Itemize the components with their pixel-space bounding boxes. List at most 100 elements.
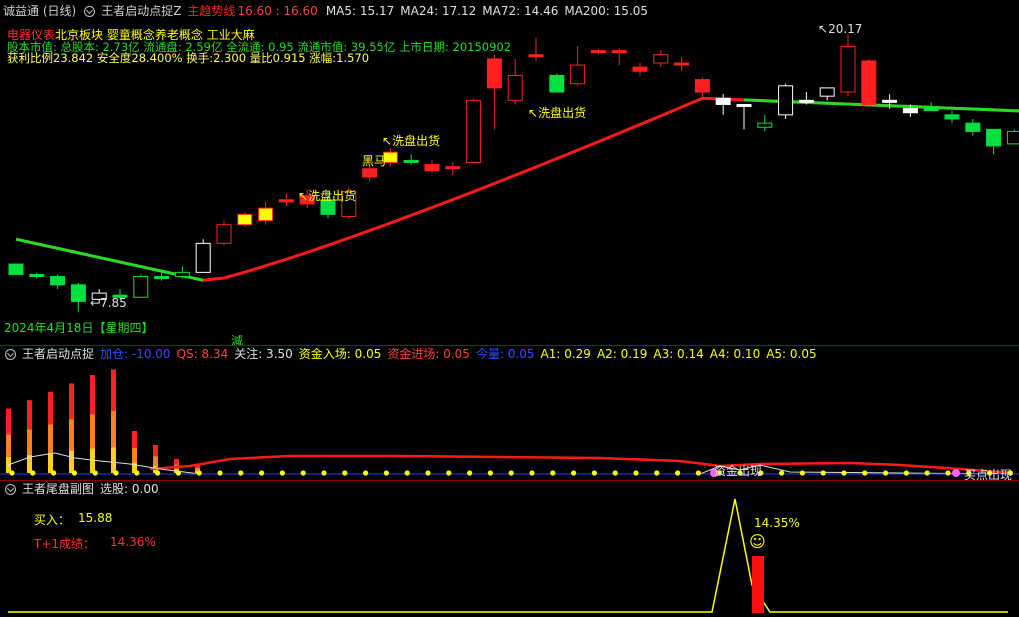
candle-body [778, 85, 794, 116]
signal-bar [27, 400, 32, 473]
fund-appear-label: 资金出现 [714, 464, 763, 478]
candle-body [590, 50, 606, 54]
candle-body [258, 207, 274, 222]
signal-dot [675, 470, 681, 476]
signal-dot [945, 470, 951, 476]
signal-dot [404, 470, 410, 476]
signal-dot [654, 470, 660, 476]
signal-bar-mid [48, 424, 53, 453]
wash-annotation-label: 洗盘出货 [308, 189, 357, 203]
candle-body [507, 74, 523, 101]
signal-dot [217, 470, 223, 476]
candle-body [736, 103, 752, 108]
signal-dot [92, 470, 98, 476]
signal-bar-mid [69, 419, 74, 451]
candle-body [944, 114, 960, 120]
signal-dot [924, 470, 930, 476]
signal-bar-low [69, 450, 74, 473]
signal-dot [591, 470, 598, 476]
candle-body [549, 74, 565, 93]
fund-flow-line [149, 454, 1011, 475]
signal-dot [550, 470, 556, 476]
signal-dot [30, 470, 36, 476]
candle-body [70, 284, 86, 302]
candle-body [133, 276, 149, 298]
signal-dot [134, 470, 140, 476]
candle-body [674, 62, 690, 66]
candle-body [882, 99, 898, 103]
candle-body [50, 276, 66, 286]
signal-dot [779, 470, 785, 476]
candle-body [1006, 130, 1019, 145]
candle-body [570, 64, 586, 85]
smile-icon: ☺ [749, 532, 766, 551]
signal-dot [841, 470, 847, 476]
buy-signal-marker [952, 469, 960, 477]
signal-dot [363, 470, 369, 476]
low-price-label: ←7.85 [90, 296, 127, 310]
low-price-value: 7.85 [100, 296, 127, 310]
date-label: 2024年4月18日【星期四】 [4, 321, 154, 335]
signal-bar-top [174, 459, 179, 465]
wash-annotation-label: 洗盘出货 [392, 134, 441, 148]
signal-dot [883, 470, 889, 476]
candle-body [798, 99, 814, 103]
signal-bar-low [111, 447, 116, 473]
signal-bar-top [69, 383, 74, 420]
signal-dot [508, 470, 514, 476]
signal-bar [48, 391, 53, 473]
candle-body [861, 60, 877, 105]
candle-body [840, 45, 856, 93]
candle-body [902, 108, 918, 114]
signal-dot [300, 470, 306, 476]
candle-body [486, 58, 502, 89]
signal-bar-top [111, 369, 116, 411]
signal-dot [862, 470, 868, 476]
tail-panel-chart[interactable] [0, 481, 1019, 617]
candle-body [986, 128, 1002, 147]
signal-bar-top [6, 408, 11, 435]
signal-bar-mid [111, 410, 116, 448]
candle-body [819, 87, 835, 97]
signal-dot [113, 470, 119, 476]
candle-body [278, 199, 294, 203]
dark-horse-label: 黑马 [362, 154, 387, 168]
signal-dot [695, 470, 702, 476]
candle-body [29, 273, 45, 278]
trend-ma-line [15, 96, 1019, 282]
candle-body [632, 66, 648, 72]
candle-body [216, 224, 232, 244]
wash-annotation: ↖洗盘出货 [298, 189, 357, 203]
candle-body [611, 50, 627, 54]
signal-dot [467, 470, 473, 476]
signal-dot [425, 470, 431, 476]
signal-bar [132, 431, 137, 473]
candle-body [174, 271, 190, 278]
signal-bar-top [48, 391, 53, 425]
signal-bar [90, 375, 95, 473]
candlestick-chart[interactable] [0, 0, 1019, 345]
signal-bar-top [132, 431, 137, 448]
signal-dot [820, 470, 826, 476]
signal-dot [487, 470, 493, 476]
tail-signal-line [8, 498, 1008, 613]
candle-body [445, 166, 461, 170]
signal-dot [903, 470, 910, 476]
signal-dot [342, 470, 348, 476]
candle-body [237, 213, 253, 226]
signal-dot [155, 470, 161, 476]
candle-body [715, 97, 731, 105]
wash-annotation: ↖洗盘出货 [382, 134, 441, 148]
signal-dot [279, 470, 285, 476]
wash-annotation: ↖洗盘出货 [528, 106, 587, 120]
signal-dot [71, 470, 77, 476]
candle-body [965, 122, 981, 132]
candle-body [8, 263, 24, 275]
indicator-panel[interactable] [0, 345, 1019, 480]
candle-body [694, 79, 710, 93]
signal-bar [69, 383, 74, 473]
candle-body [653, 54, 669, 64]
gain-bar [752, 556, 764, 613]
signal-bar [111, 369, 116, 473]
signal-bar-top [27, 400, 32, 430]
